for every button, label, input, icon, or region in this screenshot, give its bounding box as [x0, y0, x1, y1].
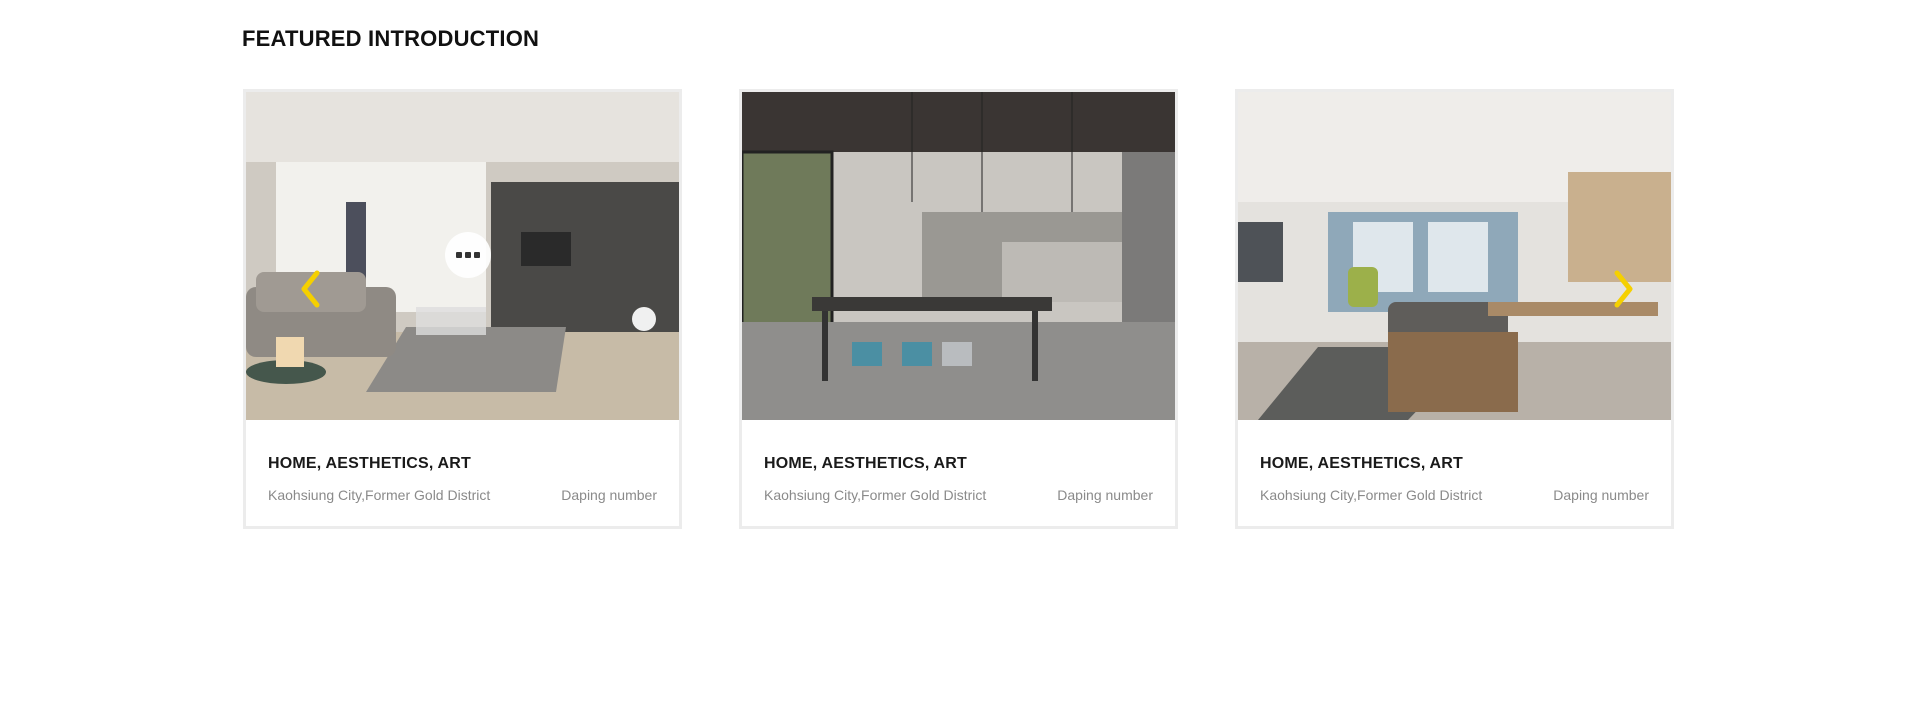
card-title: HOME, AESTHETICS, ART	[764, 455, 968, 472]
carousel-prev-button[interactable]	[296, 267, 326, 311]
chevron-left-icon	[301, 270, 320, 308]
project-card[interactable]: HOME, AESTHETICS, ART Kaohsiung City,For…	[739, 89, 1178, 529]
card-location: Kaohsiung City,Former Gold District	[268, 487, 491, 503]
more-button[interactable]	[445, 232, 491, 278]
card-location: Kaohsiung City,Former Gold District	[1260, 487, 1483, 503]
card-list: HOME, AESTHETICS, ART Kaohsiung City,For…	[242, 89, 1682, 534]
card-location: Kaohsiung City,Former Gold District	[764, 487, 987, 503]
card-title: HOME, AESTHETICS, ART	[1260, 455, 1464, 472]
card-number: Daping number	[561, 487, 657, 503]
open-living-dining-photo[interactable]	[1238, 92, 1671, 420]
card-title: HOME, AESTHETICS, ART	[268, 455, 472, 472]
carousel-next-button[interactable]	[1608, 267, 1638, 311]
card-number: Daping number	[1057, 487, 1153, 503]
chevron-right-icon	[1614, 270, 1633, 308]
section-title: FEATURED INTRODUCTION	[242, 26, 540, 51]
card-number: Daping number	[1553, 487, 1649, 503]
dining-cafe-photo[interactable]	[742, 92, 1175, 420]
more-dots-icon	[456, 252, 462, 258]
